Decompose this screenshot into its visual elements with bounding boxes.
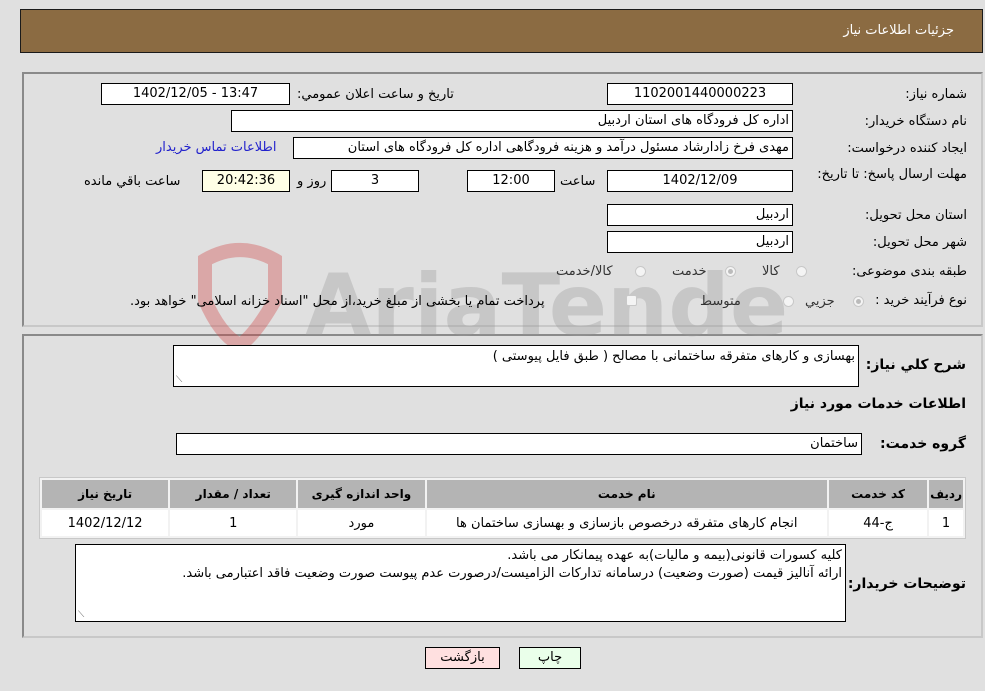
category-option-goods: کالا — [762, 264, 780, 279]
process-option-medium: متوسط — [700, 294, 741, 309]
table-row: 1 ج-44 انجام کارهای متفرقه درخصوص بازساز… — [42, 510, 963, 536]
description-label: شرح کلي نياز: — [865, 357, 966, 373]
service-group-label: گروه خدمت: — [880, 436, 966, 452]
category-radio-goods-service[interactable] — [635, 266, 646, 277]
category-label: طبقه بندی موضوعی: — [851, 264, 967, 279]
resize-grip-icon[interactable]: ⟋ — [176, 376, 182, 385]
city-field[interactable]: اردبیل — [607, 231, 793, 253]
buyer-notes-textarea[interactable]: کلیه کسورات قانونی(بیمه و مالیات)به عهده… — [75, 544, 846, 622]
cell-need-date: 1402/12/12 — [42, 510, 169, 536]
table-header-row: رديف کد خدمت نام خدمت واحد اندازه گيری ت… — [42, 480, 963, 508]
col-service-name: نام خدمت — [426, 480, 827, 508]
category-radio-service[interactable] — [725, 266, 736, 277]
treasury-checkbox[interactable] — [626, 295, 637, 306]
category-option-goods-service: کالا/خدمت — [556, 264, 613, 279]
announce-datetime-field[interactable]: 1402/12/05 - 13:47 — [101, 83, 290, 105]
process-option-minor: جزيي — [805, 294, 835, 309]
description-textarea[interactable]: بهسازی و کارهای متفرقه ساختمانی با مصالح… — [173, 345, 859, 387]
col-unit: واحد اندازه گيری — [298, 480, 425, 508]
services-table: رديف کد خدمت نام خدمت واحد اندازه گيری ت… — [39, 477, 966, 539]
page-header: جزئيات اطلاعات نياز — [20, 9, 983, 53]
col-service-code: کد خدمت — [828, 480, 928, 508]
category-radio-goods[interactable] — [796, 266, 807, 277]
cell-service-name: انجام کارهای متفرقه درخصوص بازسازی و بهس… — [426, 510, 827, 536]
province-label: استان محل تحويل: — [865, 208, 967, 223]
announce-label: تاريخ و ساعت اعلان عمومي: — [297, 87, 454, 102]
creator-label: ايجاد کننده درخواست: — [847, 141, 967, 156]
buyer-org-label: نام دستگاه خريدار: — [864, 114, 967, 129]
service-group-field[interactable]: ساختمان — [176, 433, 862, 455]
time-remaining-field[interactable]: 20:42:36 — [202, 170, 290, 192]
treasury-note: پرداخت تمام يا بخشی از مبلغ خريد،از محل … — [130, 294, 545, 309]
services-section-title: اطلاعات خدمات مورد نياز — [790, 396, 966, 412]
deadline-time-label: ساعت — [560, 174, 596, 189]
process-label: نوع فرآيند خريد : — [875, 293, 967, 308]
buyer-notes-label: توضيحات خريدار: — [847, 576, 966, 592]
cell-service-code: ج-44 — [828, 510, 928, 536]
deadline-time-field[interactable]: 12:00 — [467, 170, 555, 192]
back-button[interactable]: بازگشت — [425, 647, 500, 669]
need-number-label: شماره نياز: — [905, 87, 967, 102]
deadline-label: مهلت ارسال پاسخ: تا تاريخ: — [817, 167, 967, 182]
description-text: بهسازی و کارهای متفرقه ساختمانی با مصالح… — [492, 349, 855, 364]
process-radio-medium[interactable] — [783, 296, 794, 307]
process-radio-minor[interactable] — [853, 296, 864, 307]
creator-field[interactable]: مهدی فرخ زادارشاد مسئول درآمد و هزینه فر… — [293, 137, 793, 159]
print-button[interactable]: چاپ — [519, 647, 581, 669]
cell-row-number: 1 — [929, 510, 963, 536]
page-title: جزئيات اطلاعات نياز — [843, 23, 954, 38]
buyer-contact-link[interactable]: اطلاعات تماس خريدار — [156, 140, 276, 155]
buyer-notes-line-2: ارائه آنالیز قیمت (صورت وضعیت) درسامانه … — [182, 566, 842, 581]
buyer-org-field[interactable]: اداره کل فرودگاه های استان اردبیل — [231, 110, 793, 132]
deadline-date-field[interactable]: 1402/12/09 — [607, 170, 793, 192]
category-option-service: خدمت — [672, 264, 707, 279]
cell-unit: مورد — [298, 510, 425, 536]
province-field[interactable]: اردبیل — [607, 204, 793, 226]
cell-quantity: 1 — [170, 510, 297, 536]
buyer-notes-line-1: کلیه کسورات قانونی(بیمه و مالیات)به عهده… — [507, 548, 842, 563]
resize-grip-icon[interactable]: ⟋ — [78, 611, 84, 620]
col-quantity: تعداد / مقدار — [170, 480, 297, 508]
need-number-field[interactable]: 1102001440000223 — [607, 83, 793, 105]
city-label: شهر محل تحويل: — [872, 235, 967, 250]
days-remaining-field[interactable]: 3 — [331, 170, 419, 192]
col-row-number: رديف — [929, 480, 963, 508]
col-need-date: تاريخ نياز — [42, 480, 169, 508]
days-label: روز و — [297, 174, 327, 189]
time-remaining-label: ساعت باقي مانده — [84, 174, 181, 189]
